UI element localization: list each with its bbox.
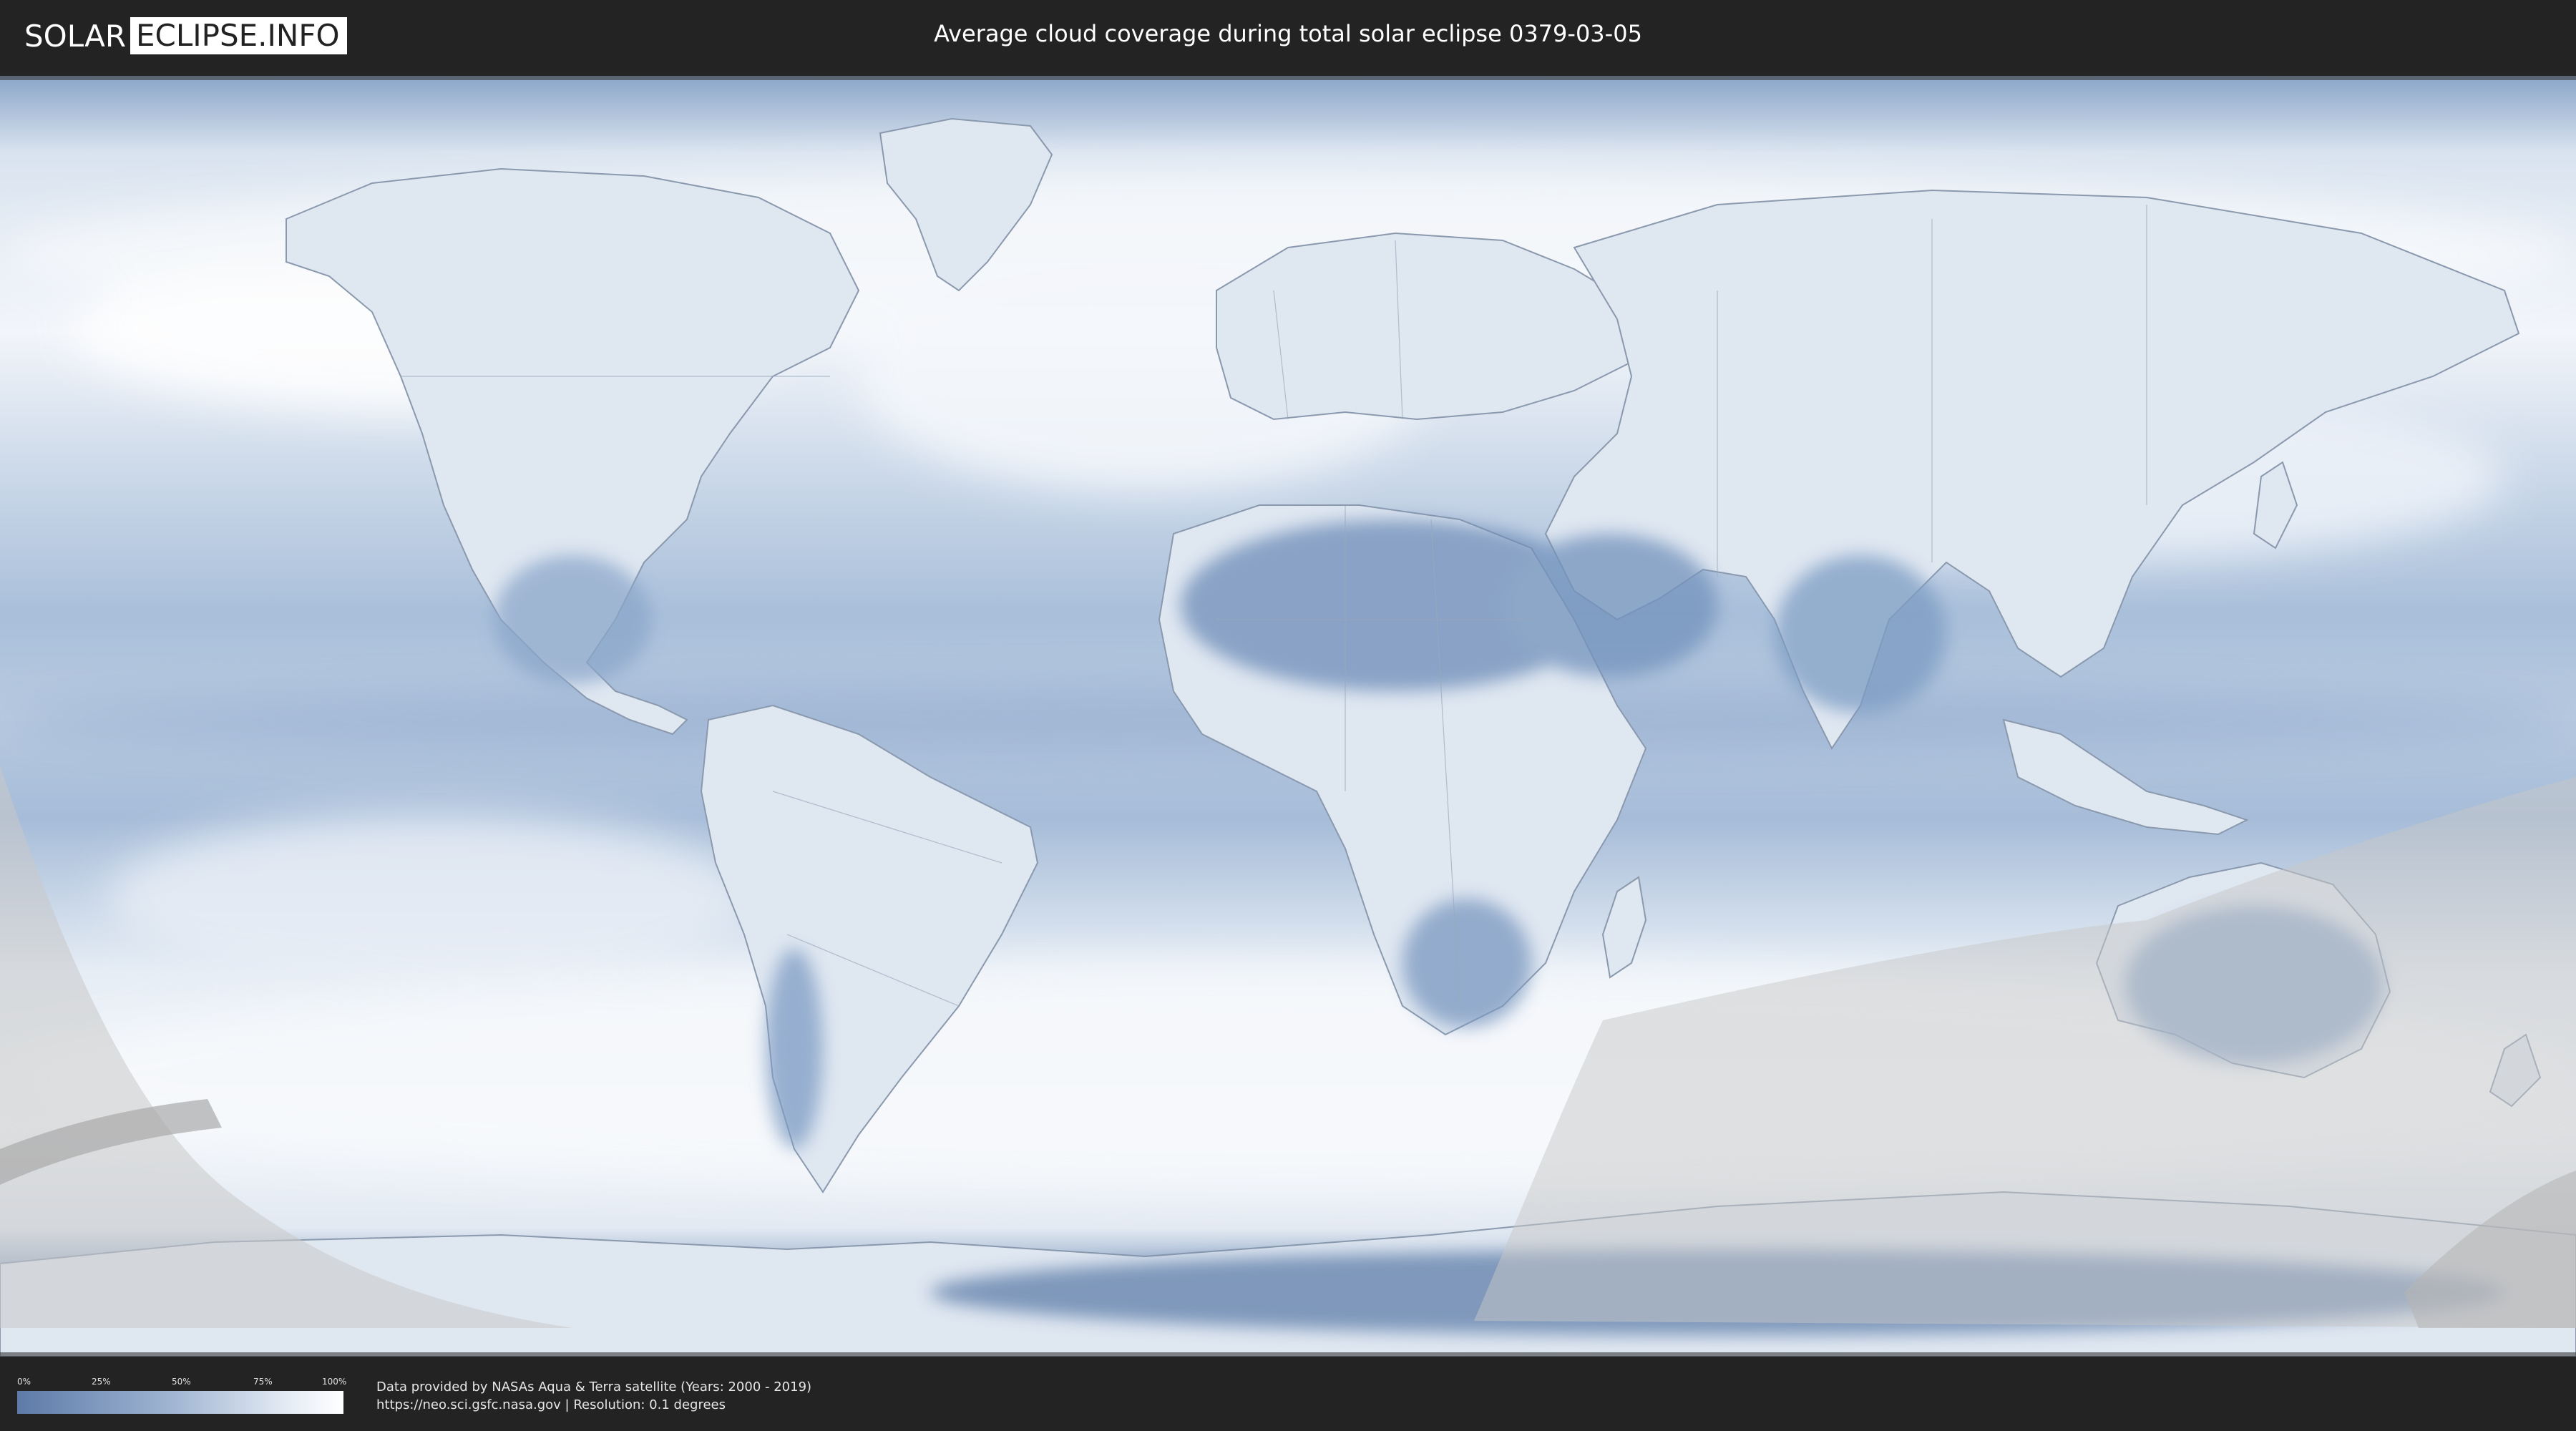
page-title: Average cloud coverage during total sola… — [934, 20, 1642, 47]
legend-tick-25: 25% — [92, 1377, 111, 1387]
legend-gradient-bar — [17, 1391, 343, 1414]
legend-tick-50: 50% — [172, 1377, 191, 1387]
cloud-legend: 0% 25% 50% 75% 100% — [17, 1377, 347, 1414]
legend-tick-100: 100% — [322, 1377, 347, 1387]
legend-tick-75: 75% — [253, 1377, 273, 1387]
credit-line-2: https://neo.sci.gsfc.nasa.gov | Resoluti… — [376, 1397, 726, 1412]
cloud-coverage-map — [0, 76, 2576, 1357]
credit-line-1: Data provided by NASAs Aqua & Terra sate… — [376, 1379, 812, 1395]
world-map-svg — [0, 76, 2576, 1357]
map-top-edge — [0, 76, 2576, 80]
header-bar: SOLAR ECLIPSE.INFO Average cloud coverag… — [0, 0, 2576, 72]
legend-tick-0: 0% — [17, 1377, 31, 1387]
